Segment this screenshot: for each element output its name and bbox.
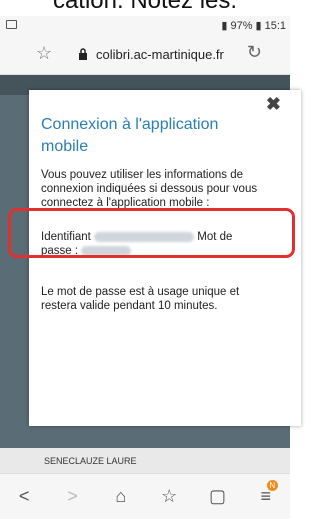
lock-icon xyxy=(79,48,87,60)
bookmarks-icon[interactable]: ☆ xyxy=(149,486,189,507)
student-name: SENECLAUZE LAURE xyxy=(44,456,137,466)
browser-toolbar: ☆ colibri.ac-martinique.fr ↻ xyxy=(0,36,290,75)
notification-badge: N xyxy=(266,480,278,491)
back-icon[interactable]: < xyxy=(4,486,44,507)
close-icon[interactable]: ✖ xyxy=(266,94,281,115)
top-caption: cation. Notez les. xyxy=(52,0,238,14)
url-text[interactable]: colibri.ac-martinique.fr xyxy=(96,47,224,62)
forward-icon[interactable]: > xyxy=(52,486,92,507)
highlight-box xyxy=(8,208,295,258)
reload-icon[interactable]: ↻ xyxy=(247,42,262,63)
modal-description: Vous pouvez utiliser les informations de… xyxy=(41,169,258,209)
battery-label: 97% xyxy=(230,19,253,32)
status-bar: ▮ 97% ▮ 15:1 xyxy=(0,16,290,36)
tabs-icon[interactable]: ▢ xyxy=(197,486,237,507)
clock: 15:1 xyxy=(264,19,286,32)
bottom-nav: < > ⌂ ☆ ▢ ≡ N xyxy=(0,473,290,519)
signal-icon: ▮ xyxy=(221,20,228,32)
home-icon[interactable]: ⌂ xyxy=(101,486,141,507)
bookmark-star-icon[interactable]: ☆ xyxy=(36,43,52,64)
password-note: Le mot de passe est à usage unique et re… xyxy=(41,286,240,312)
student-row[interactable]: SENECLAUZE LAURE xyxy=(0,448,290,473)
menu-icon[interactable]: ≡ N xyxy=(246,480,286,507)
modal-title: Connexion à l'application mobile xyxy=(41,116,219,155)
mobile-connection-modal: ✖ Connexion à l'application mobile Vous … xyxy=(29,90,301,426)
gallery-icon xyxy=(6,20,17,29)
battery-icon: ▮ xyxy=(255,20,262,32)
